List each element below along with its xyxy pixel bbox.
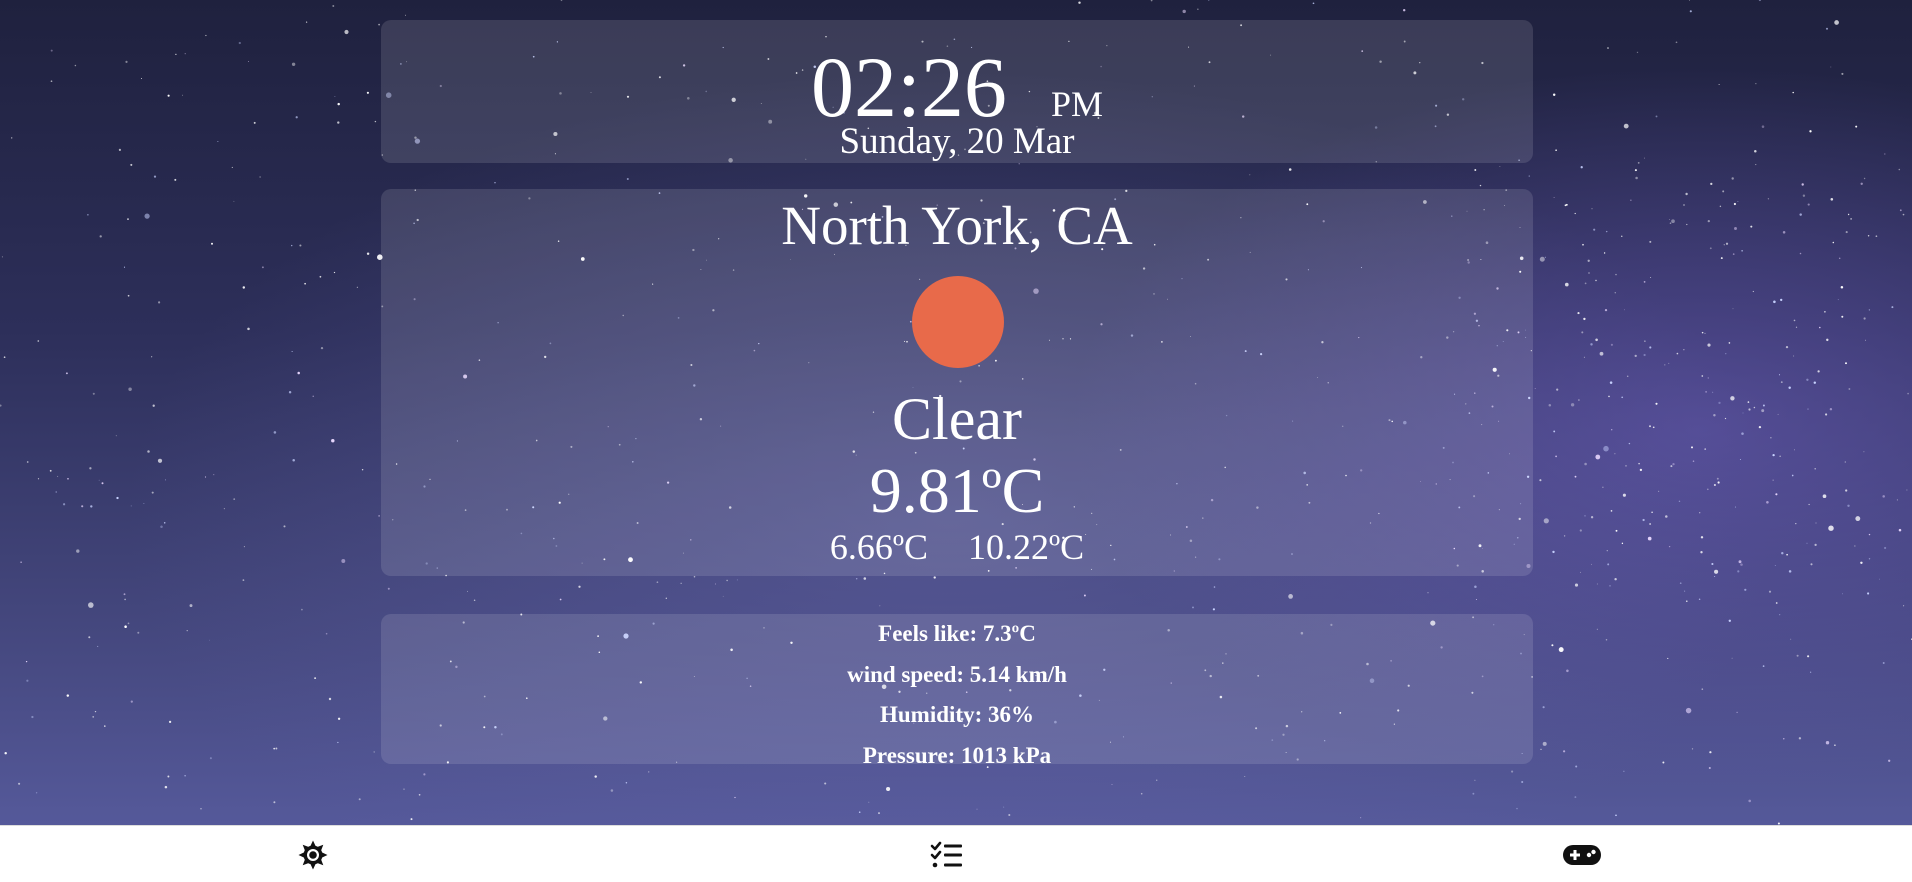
gear-icon — [298, 840, 328, 870]
clock-period: PM — [1050, 84, 1103, 124]
wind-speed: wind speed: 5.14 km/h — [847, 661, 1067, 687]
sun-icon — [912, 276, 1004, 368]
feels-like: Feels like: 7.3ºC — [878, 621, 1036, 646]
games-nav-button[interactable] — [1562, 839, 1602, 871]
clock-time: 02:26 — [811, 39, 1007, 135]
gamepad-icon — [1563, 845, 1601, 865]
clock-date: Sunday, 20 Mar — [839, 121, 1075, 162]
min-max-temperature: 6.66ºC 10.22ºC — [381, 529, 1533, 565]
todo-nav-button[interactable] — [927, 839, 967, 871]
current-temperature: 9.81ºC — [869, 455, 1045, 526]
weather-location: North York, CA — [781, 195, 1133, 256]
bottom-navbar — [0, 825, 1912, 882]
settings-nav-button[interactable] — [293, 839, 333, 871]
max-temperature: 10.22ºC — [968, 527, 1085, 567]
checklist-icon — [930, 841, 962, 868]
weather-details-list: Feels like: 7.3ºC wind speed: 5.14 km/h … — [381, 614, 1533, 776]
pressure: Pressure: 1013 kPa — [862, 742, 1052, 768]
clock-card: 02:26 PM Sunday, 20 Mar — [381, 20, 1533, 163]
weather-condition: Clear — [892, 386, 1022, 452]
min-temperature: 6.66ºC — [829, 527, 928, 567]
humidity: Humidity: 36% — [880, 702, 1034, 727]
weather-details-card: Feels like: 7.3ºC wind speed: 5.14 km/h … — [381, 614, 1533, 768]
weather-card: North York, CA Clear 9.81ºC 6.66ºC 10.22º… — [381, 189, 1533, 576]
